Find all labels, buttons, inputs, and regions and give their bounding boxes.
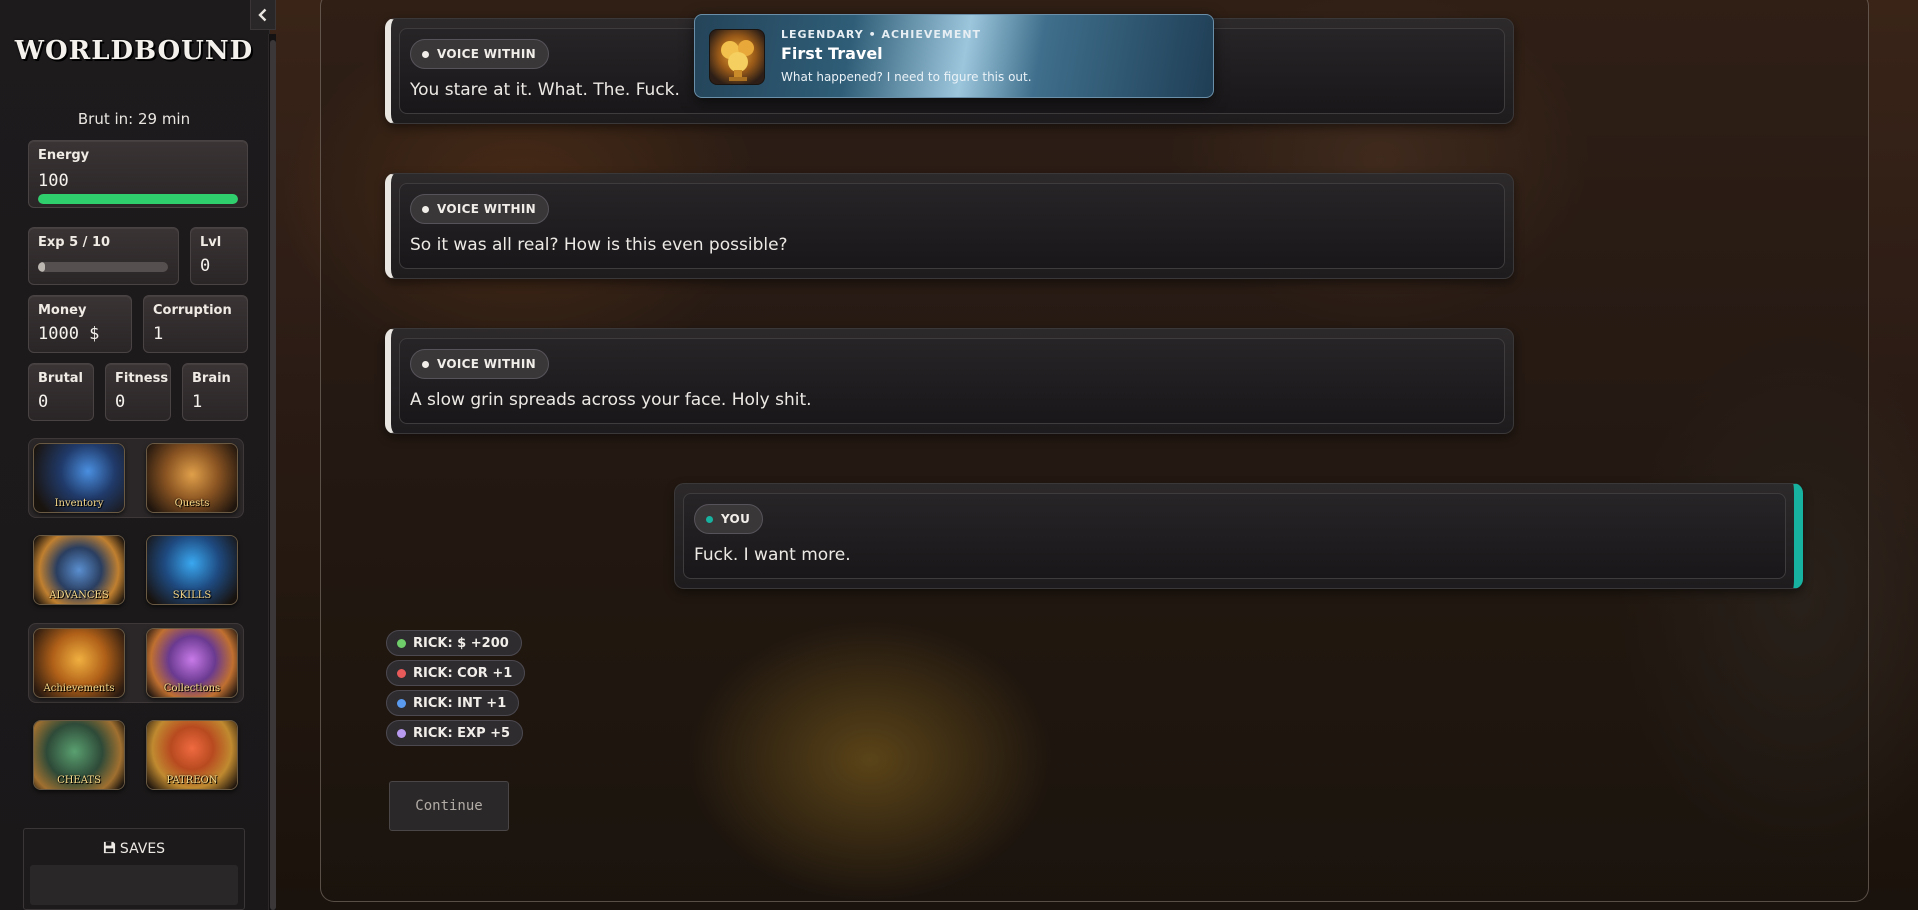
energy-stat: Energy 100 — [28, 140, 248, 208]
exp-label: Exp 5 / 10 — [38, 235, 111, 250]
speaker-name: VOICE WITHIN — [437, 202, 536, 216]
skills-button[interactable]: SKILLS — [146, 535, 238, 605]
effect-badge: RICK: COR +1 — [386, 660, 526, 686]
speaker-dot-icon — [422, 360, 429, 368]
energy-label: Energy — [38, 148, 90, 163]
patreon-label: PATREON — [166, 775, 218, 786]
trophy-icon-art — [721, 40, 754, 81]
status-dot-icon — [397, 638, 406, 648]
level-label: Lvl — [200, 235, 222, 250]
achievements-label: Achievements — [43, 683, 115, 694]
skills-label: SKILLS — [172, 590, 212, 601]
status-dot-icon — [397, 668, 406, 678]
saves-slot-area[interactable] — [30, 865, 238, 905]
game-logo: WORLDBOUND — [14, 36, 254, 66]
corruption-label: Corruption — [153, 303, 232, 318]
continue-button[interactable]: Continue — [389, 781, 509, 831]
saves-label: SAVES — [119, 841, 166, 857]
inventory-label: Inventory — [54, 498, 104, 509]
money-label: Money — [38, 303, 87, 318]
speaker-dot-icon — [706, 515, 713, 523]
message-card: VOICE WITHIN A slow grin spreads across … — [385, 328, 1514, 434]
sidebar-scrollbar[interactable] — [268, 34, 276, 910]
corruption-stat: Corruption 1 — [143, 295, 248, 353]
sidebar: WORLDBOUND Brut in: 29 min Energy 100 Ex… — [0, 0, 270, 910]
brain-stat: Brain 1 — [182, 363, 248, 421]
effect-badge: RICK: $ +200 — [386, 630, 522, 656]
effect-text: RICK: EXP +5 — [413, 725, 511, 741]
fitness-stat: Fitness 0 — [105, 363, 171, 421]
chevron-left-icon — [258, 8, 267, 21]
achievement-toast[interactable]: LEGENDARY • ACHIEVEMENT First Travel Wha… — [694, 14, 1214, 98]
message-text: You stare at it. What. The. Fuck. — [410, 80, 680, 100]
inventory-button[interactable]: Inventory — [33, 443, 125, 513]
message-text: A slow grin spreads across your face. Ho… — [410, 390, 812, 410]
speaker-badge: YOU — [694, 504, 764, 534]
collections-button[interactable]: Collections — [146, 628, 238, 698]
exp-bar — [38, 262, 168, 272]
brain-label: Brain — [192, 371, 231, 386]
achievement-title: First Travel — [781, 44, 883, 63]
message-inner: YOU Fuck. I want more. — [683, 493, 1786, 579]
energy-bar — [38, 194, 238, 204]
energy-value: 100 — [38, 171, 69, 191]
speaker-name: VOICE WITHIN — [437, 357, 536, 371]
message-text: So it was all real? How is this even pos… — [410, 235, 788, 255]
speaker-name: YOU — [721, 512, 751, 526]
brutal-stat: Brutal 0 — [28, 363, 94, 421]
energy-bar-fill — [38, 194, 238, 204]
cheats-button[interactable]: CHEATS — [33, 720, 125, 790]
status-dot-icon — [397, 698, 406, 708]
collapse-sidebar-button[interactable] — [250, 0, 276, 30]
trophy-icon — [709, 29, 765, 85]
quests-button[interactable]: Quests — [146, 443, 238, 513]
speaker-dot-icon — [422, 50, 429, 58]
level-value: 0 — [200, 256, 211, 276]
message-inner: VOICE WITHIN So it was all real? How is … — [399, 183, 1505, 269]
brutal-value: 0 — [38, 392, 49, 412]
speaker-name: VOICE WITHIN — [437, 47, 536, 61]
saves-panel: SAVES — [23, 828, 245, 910]
cheats-label: CHEATS — [57, 775, 101, 786]
exp-bar-fill — [38, 262, 45, 272]
exp-stat: Exp 5 / 10 — [28, 227, 179, 285]
quests-label: Quests — [174, 498, 210, 509]
fitness-label: Fitness — [115, 371, 169, 386]
effect-text: RICK: COR +1 — [413, 665, 513, 681]
corruption-value: 1 — [153, 324, 164, 344]
fitness-value: 0 — [115, 392, 126, 412]
brut-timer: Brut in: 29 min — [77, 110, 191, 128]
speaker-badge: VOICE WITHIN — [410, 349, 549, 379]
brain-value: 1 — [192, 392, 203, 412]
story-panel — [320, 0, 1869, 902]
advances-button[interactable]: ADVANCES — [33, 535, 125, 605]
brutal-label: Brutal — [38, 371, 84, 386]
speaker-badge: VOICE WITHIN — [410, 39, 549, 69]
patreon-button[interactable]: PATREON — [146, 720, 238, 790]
money-value: 1000 $ — [38, 324, 100, 344]
achievements-button[interactable]: Achievements — [33, 628, 125, 698]
floppy-disk-icon — [103, 841, 115, 854]
effect-text: RICK: INT +1 — [413, 695, 507, 711]
collections-label: Collections — [163, 683, 221, 694]
level-stat: Lvl 0 — [190, 227, 248, 285]
money-stat: Money 1000 $ — [28, 295, 132, 353]
effect-text: RICK: $ +200 — [413, 635, 509, 651]
message-card: VOICE WITHIN So it was all real? How is … — [385, 173, 1514, 279]
speaker-badge: VOICE WITHIN — [410, 194, 549, 224]
message-inner: VOICE WITHIN A slow grin spreads across … — [399, 338, 1505, 424]
status-dot-icon — [397, 728, 406, 738]
achievement-description: What happened? I need to figure this out… — [781, 70, 1032, 84]
message-text: Fuck. I want more. — [694, 545, 851, 565]
advances-label: ADVANCES — [49, 590, 109, 601]
sidebar-scrollbar-thumb[interactable] — [270, 40, 276, 910]
achievement-kicker: LEGENDARY • ACHIEVEMENT — [781, 28, 982, 41]
saves-header[interactable]: SAVES — [24, 841, 244, 857]
speaker-dot-icon — [422, 205, 429, 213]
effect-badge: RICK: INT +1 — [386, 690, 520, 716]
player-message-card: YOU Fuck. I want more. — [674, 483, 1803, 589]
effect-badge: RICK: EXP +5 — [386, 720, 524, 746]
